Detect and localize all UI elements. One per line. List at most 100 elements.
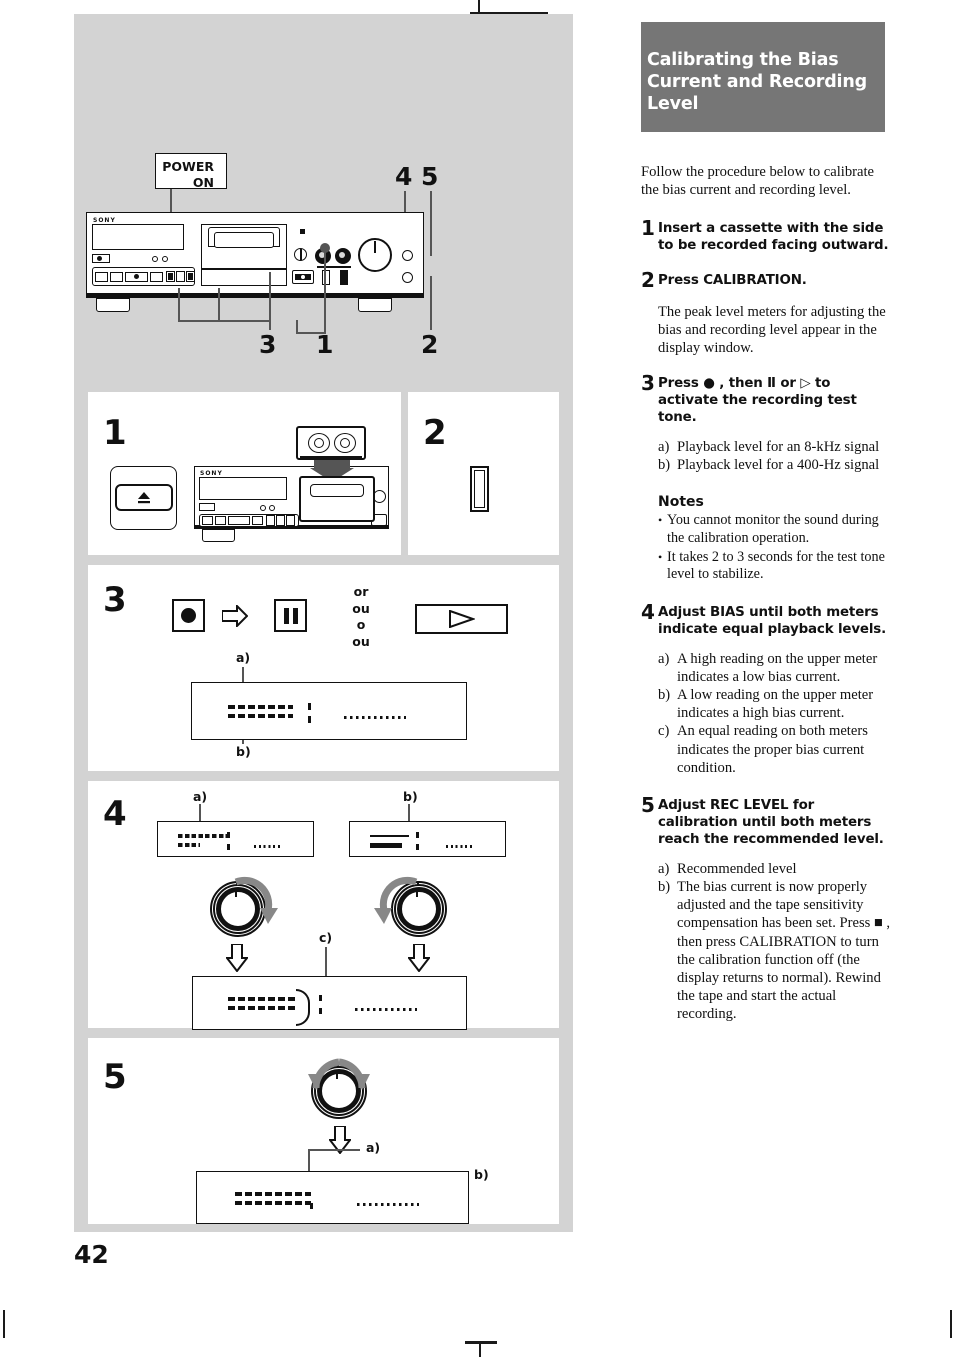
- play-triangle-icon: [448, 610, 475, 628]
- step-4-item-b-text: A low reading on the upper meter indicat…: [677, 687, 874, 722]
- note-bullet-icon: •: [658, 513, 663, 528]
- deck-button-rec1-fill: [168, 273, 173, 280]
- crop-mark-left-edge: [3, 1310, 5, 1338]
- step-2-title: Press CALIBRATION.: [658, 272, 807, 288]
- deck-display-window: [92, 224, 184, 250]
- deck-cassette-divider: [202, 268, 287, 270]
- step-3-item-a-text: Playback level for an 8-kHz signal: [677, 439, 880, 456]
- display-window-step3: [191, 682, 467, 740]
- step-4: 4 Adjust BIAS until both meters indicate…: [641, 599, 891, 638]
- step-4-item-a: a) A high reading on the upper meter ind…: [658, 650, 891, 686]
- small-deck-brand: SONY: [200, 470, 223, 477]
- step-4-item-c-label: c): [658, 723, 670, 740]
- display-window-step4-c: [192, 976, 467, 1030]
- callout-3-leader-up-a: [218, 288, 221, 322]
- small-deck-button-rew: [215, 516, 226, 525]
- crop-mark-top-vertical: [478, 0, 480, 14]
- panel-1-number: 1: [103, 413, 127, 453]
- record-dot-icon: [181, 608, 196, 623]
- meter-c-lower-bar: [228, 1006, 295, 1010]
- callout-3-leader-vert: [269, 272, 272, 322]
- small-deck-button-stop: [202, 516, 213, 525]
- small-deck-button-r3: [286, 515, 295, 526]
- down-arrow-right-icon: [408, 944, 430, 972]
- meter-c-down-caret: [319, 1008, 322, 1014]
- deck-illustration-small: SONY: [194, 426, 389, 544]
- callout-4-top: 4: [395, 162, 413, 191]
- panel-3-number: 3: [103, 580, 127, 620]
- calibration-button-inner: [474, 470, 485, 508]
- power-on-callout-box: POWER ON: [155, 153, 227, 190]
- notes-list: • You cannot monitor the sound during th…: [658, 512, 891, 583]
- panel-4-label-b: b): [403, 789, 418, 804]
- intro-paragraph: Follow the procedure below to calibrate …: [641, 164, 875, 199]
- panel-step-3: [88, 565, 559, 771]
- deck-phone-jack: [402, 250, 413, 261]
- small-deck-jack-2: [269, 505, 275, 511]
- panel-3-label-a: a): [236, 650, 251, 665]
- callout-3-leader-horiz: [218, 320, 271, 323]
- deck-button-rec-2: [176, 271, 185, 282]
- deck-slot-2: [340, 270, 348, 285]
- step-3-item-b-label: b): [658, 457, 671, 474]
- step-2-number: 2: [641, 267, 655, 292]
- note-item-1-text: You cannot monitor the sound during the …: [667, 512, 879, 546]
- text-column: Calibrating the Bias Current and Recordi…: [641, 22, 891, 1023]
- step-3: 3 Press ● , then Ⅱ or ▷ to activate the …: [641, 370, 891, 426]
- callout-5-leader: [430, 191, 433, 256]
- crop-mark-bottom-horizontal: [465, 1341, 497, 1344]
- meter-c-brace-icon: [296, 989, 310, 1026]
- cassette-hub-left: [314, 438, 324, 448]
- knob-left-rotate-arrow-icon: [234, 876, 278, 924]
- notes-heading: Notes: [658, 494, 704, 511]
- step-2: 2 Press CALIBRATION.: [641, 267, 891, 292]
- step-5-item-a-label: a): [658, 861, 670, 878]
- deck-button-calib-fill: [188, 273, 193, 280]
- callout-1-leader-dot: [320, 243, 330, 253]
- panel-5-leader-a-horiz: [308, 1149, 360, 1151]
- step-2-body: The peak level meters for adjusting the …: [658, 303, 886, 357]
- deck-jack-1: [152, 256, 158, 262]
- step-3-item-b: b) Playback level for a 400-Hz signal: [658, 456, 891, 474]
- meter-5-upper-bar: [235, 1192, 311, 1196]
- cassette-bottom-edge: [300, 456, 362, 458]
- deck-large-dial-pointer: [374, 241, 376, 253]
- step-4-item-a-text: A high reading on the upper meter indica…: [677, 651, 878, 686]
- callout-2-leader: [430, 276, 433, 330]
- step-5-item-b-label: b): [658, 879, 671, 896]
- callout-3-leader-down: [269, 320, 272, 330]
- panel-3-label-b: b): [236, 744, 251, 759]
- step-4-number: 4: [641, 599, 655, 624]
- meter-b-up-caret: [416, 832, 419, 838]
- illustration-column: POWER ON 4 5 SONY 3 1 2 1 SONY 2 3 or ou…: [74, 14, 573, 1232]
- meter-a-down-caret: [227, 844, 230, 850]
- note-item-1: • You cannot monitor the sound during th…: [658, 512, 891, 547]
- panel-4-label-c: c): [319, 930, 333, 945]
- step-5-number: 5: [641, 792, 655, 817]
- small-deck-button-r2: [276, 515, 285, 526]
- step-1-number: 1: [641, 215, 655, 240]
- meter-b-scale-dots: [446, 845, 473, 848]
- step-3-item-a-label: a): [658, 439, 670, 456]
- meter-a-upper-bar: [178, 834, 227, 838]
- step-3-number: 3: [641, 370, 655, 395]
- step-4-item-b: b) A low reading on the upper meter indi…: [658, 686, 891, 722]
- step-4-item-c: c) An equal reading on both meters indic…: [658, 722, 891, 776]
- deck-button-ffwd: [150, 272, 163, 282]
- step-5-item-b-text: The bias current is now properly adjuste…: [677, 879, 891, 1022]
- deck-knob-underline: [317, 266, 351, 269]
- panel-4-number: 4: [103, 794, 127, 834]
- deck-power-button-dot: [97, 256, 102, 261]
- deck-selector-knob-pointer: [300, 249, 302, 260]
- step-4-item-b-label: b): [658, 687, 671, 704]
- meter-a-lower-bar: [178, 843, 200, 847]
- crop-mark-right-edge: [950, 1310, 952, 1338]
- note-bullet-icon: •: [658, 549, 663, 564]
- deck-button-stop: [95, 272, 108, 282]
- panel-5-label-a: a): [366, 1140, 381, 1155]
- meter-c-upper-bar: [228, 997, 295, 1001]
- meter-b-upper-bar: [370, 835, 409, 837]
- step-5-title: Adjust REC LEVEL for calibration until b…: [658, 797, 884, 847]
- panel-5-label-b: b): [474, 1167, 489, 1182]
- step-4-item-a-label: a): [658, 651, 670, 668]
